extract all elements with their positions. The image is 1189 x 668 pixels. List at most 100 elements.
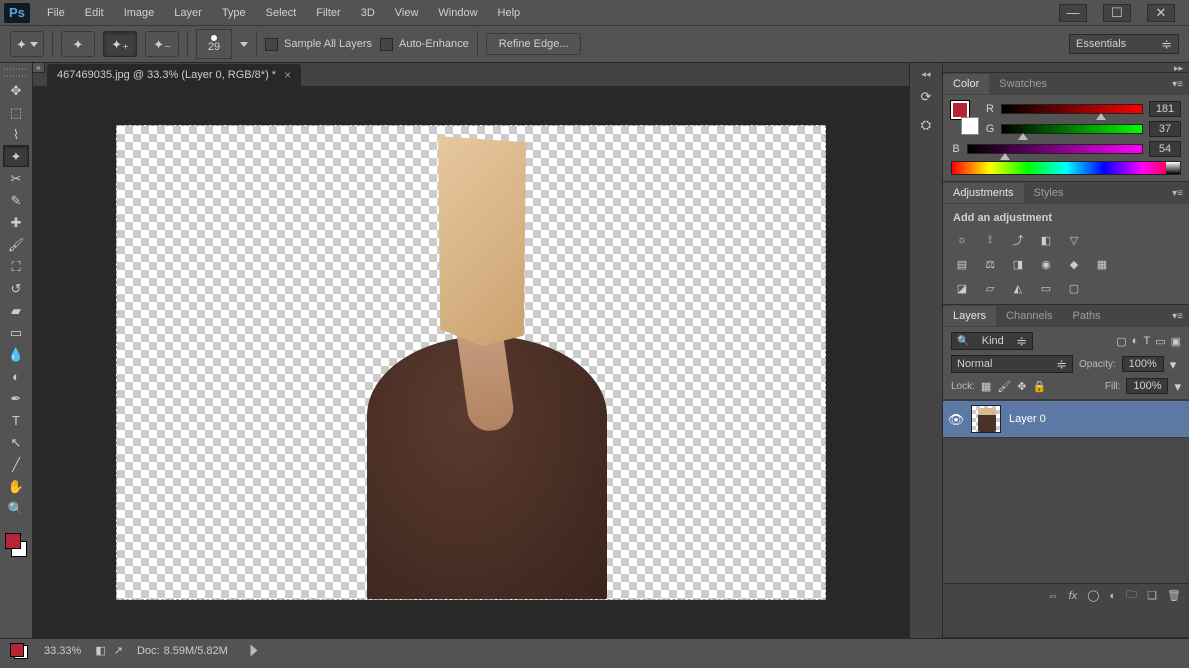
layer-name[interactable]: Layer 0	[1009, 413, 1046, 425]
chevron-down-icon[interactable]	[240, 42, 248, 47]
foreground-background-swatch[interactable]	[3, 531, 29, 559]
palette-grip[interactable]	[1, 65, 31, 73]
tab-channels[interactable]: Channels	[996, 306, 1062, 326]
shape-tool[interactable]: ╱	[3, 453, 29, 475]
lasso-tool[interactable]: ⌇	[3, 123, 29, 145]
workspace-switcher[interactable]: Essentials ≑	[1069, 34, 1179, 54]
history-brush-tool[interactable]: ↺	[3, 277, 29, 299]
healing-brush-tool[interactable]: ✚	[3, 211, 29, 233]
status-menu-icon[interactable]	[250, 645, 257, 657]
g-value-input[interactable]: 37	[1149, 121, 1181, 137]
collapse-icon[interactable]: «	[33, 63, 45, 73]
tab-color[interactable]: Color	[943, 74, 989, 94]
export-icon[interactable]: ↗	[114, 644, 123, 657]
refine-edge-button[interactable]: Refine Edge...	[486, 33, 582, 55]
r-value-input[interactable]: 181	[1149, 101, 1181, 117]
clone-stamp-tool[interactable]: ⛶	[3, 255, 29, 277]
color-fgbg-swatch[interactable]	[951, 101, 979, 141]
filter-type-icon[interactable]: T	[1143, 335, 1150, 348]
eraser-tool[interactable]: ▰	[3, 299, 29, 321]
menu-view[interactable]: View	[386, 3, 428, 23]
brush-picker[interactable]: 29	[196, 29, 232, 59]
filter-pixel-icon[interactable]: ▢	[1116, 335, 1126, 348]
link-layers-icon[interactable]: ⇔	[1048, 590, 1059, 602]
panel-menu-icon[interactable]: ▾≡	[1172, 79, 1189, 90]
lock-transparency-icon[interactable]: ▦	[981, 380, 991, 393]
path-selection-tool[interactable]: ↖	[3, 431, 29, 453]
menu-layer[interactable]: Layer	[165, 3, 211, 23]
collapse-icon[interactable]: ◂◂	[921, 69, 930, 79]
vibrance-icon[interactable]: ▽	[1065, 232, 1083, 248]
new-group-icon[interactable]: 🗀	[1126, 586, 1137, 605]
tab-paths[interactable]: Paths	[1063, 306, 1111, 326]
menu-image[interactable]: Image	[115, 3, 164, 23]
filter-shape-icon[interactable]: ▭	[1155, 335, 1165, 348]
menu-file[interactable]: File	[38, 3, 74, 23]
quick-mask-swatch[interactable]	[8, 641, 30, 661]
subtract-from-selection-button[interactable]: ✦₋	[145, 31, 179, 57]
properties-panel-icon[interactable]: ⛭	[913, 113, 939, 135]
color-lookup-icon[interactable]: ▦	[1093, 256, 1111, 272]
g-slider[interactable]	[1001, 124, 1143, 134]
opacity-input[interactable]: 100%	[1122, 356, 1164, 372]
quick-selection-tool[interactable]: ✦	[3, 145, 29, 167]
menu-help[interactable]: Help	[489, 3, 530, 23]
menu-filter[interactable]: Filter	[307, 3, 349, 23]
b-slider[interactable]	[967, 144, 1143, 154]
new-layer-icon[interactable]: ❏	[1147, 589, 1157, 602]
foreground-color-swatch[interactable]	[5, 533, 21, 549]
dodge-tool[interactable]: ◐	[3, 365, 29, 387]
history-panel-icon[interactable]: ⟳	[913, 85, 939, 107]
menu-type[interactable]: Type	[213, 3, 255, 23]
layer-style-icon[interactable]: fx	[1069, 590, 1078, 602]
menu-select[interactable]: Select	[257, 3, 306, 23]
eyedropper-tool[interactable]: ✎	[3, 189, 29, 211]
chevron-down-icon[interactable]: ▾	[1170, 358, 1177, 371]
selective-color-icon[interactable]: ▢	[1065, 280, 1083, 296]
close-tab-icon[interactable]: ×	[284, 68, 291, 82]
zoom-tool[interactable]: 🔍	[3, 497, 29, 519]
visibility-toggle[interactable]: 👁	[949, 412, 963, 426]
levels-icon[interactable]: ⟟	[981, 232, 999, 248]
lock-all-icon[interactable]: 🔒	[1033, 380, 1047, 393]
invert-icon[interactable]: ◪	[953, 280, 971, 296]
menu-edit[interactable]: Edit	[76, 3, 113, 23]
lock-paint-icon[interactable]: 🖌	[997, 380, 1011, 393]
preview-icon[interactable]: ◧	[95, 644, 105, 657]
type-tool[interactable]: T	[3, 409, 29, 431]
lock-position-icon[interactable]: ✥	[1017, 380, 1026, 393]
b-value-input[interactable]: 54	[1149, 141, 1181, 157]
hue-sat-icon[interactable]: ▤	[953, 256, 971, 272]
slider-thumb[interactable]	[1000, 153, 1010, 160]
layer-row[interactable]: 👁 Layer 0	[943, 400, 1189, 438]
brush-tool[interactable]: 🖌	[3, 233, 29, 255]
layer-list[interactable]: 👁 Layer 0	[943, 400, 1189, 583]
panel-menu-icon[interactable]: ▾≡	[1172, 188, 1189, 199]
tab-swatches[interactable]: Swatches	[989, 74, 1057, 94]
filter-smart-icon[interactable]: ▣	[1171, 335, 1181, 348]
move-tool[interactable]: ✥	[3, 79, 29, 101]
chevron-down-icon[interactable]: ▾	[1174, 380, 1181, 393]
blend-mode-dropdown[interactable]: Normal ≑	[951, 355, 1073, 373]
gradient-map-icon[interactable]: ▭	[1037, 280, 1055, 296]
new-fill-adjust-icon[interactable]: ◐	[1110, 590, 1117, 602]
background-color-swatch[interactable]	[961, 117, 979, 135]
delete-layer-icon[interactable]: 🗑	[1167, 589, 1181, 602]
tool-preset-picker[interactable]: ✦	[10, 31, 44, 57]
canvas-viewport[interactable]	[33, 87, 909, 638]
maximize-button[interactable]: ☐	[1103, 4, 1131, 22]
panel-menu-icon[interactable]: ▾≡	[1172, 311, 1189, 322]
threshold-icon[interactable]: ◭	[1009, 280, 1027, 296]
exposure-icon[interactable]: ◧	[1037, 232, 1055, 248]
fill-input[interactable]: 100%	[1126, 378, 1168, 394]
tab-layers[interactable]: Layers	[943, 306, 996, 326]
slider-thumb[interactable]	[1018, 133, 1028, 140]
hand-tool[interactable]: ✋	[3, 475, 29, 497]
tab-styles[interactable]: Styles	[1024, 183, 1074, 203]
posterize-icon[interactable]: ▱	[981, 280, 999, 296]
gradient-tool[interactable]: ▭	[3, 321, 29, 343]
tab-adjustments[interactable]: Adjustments	[943, 183, 1024, 203]
r-slider[interactable]	[1001, 104, 1143, 114]
close-button[interactable]: ✕	[1147, 4, 1175, 22]
color-spectrum[interactable]	[951, 161, 1181, 175]
